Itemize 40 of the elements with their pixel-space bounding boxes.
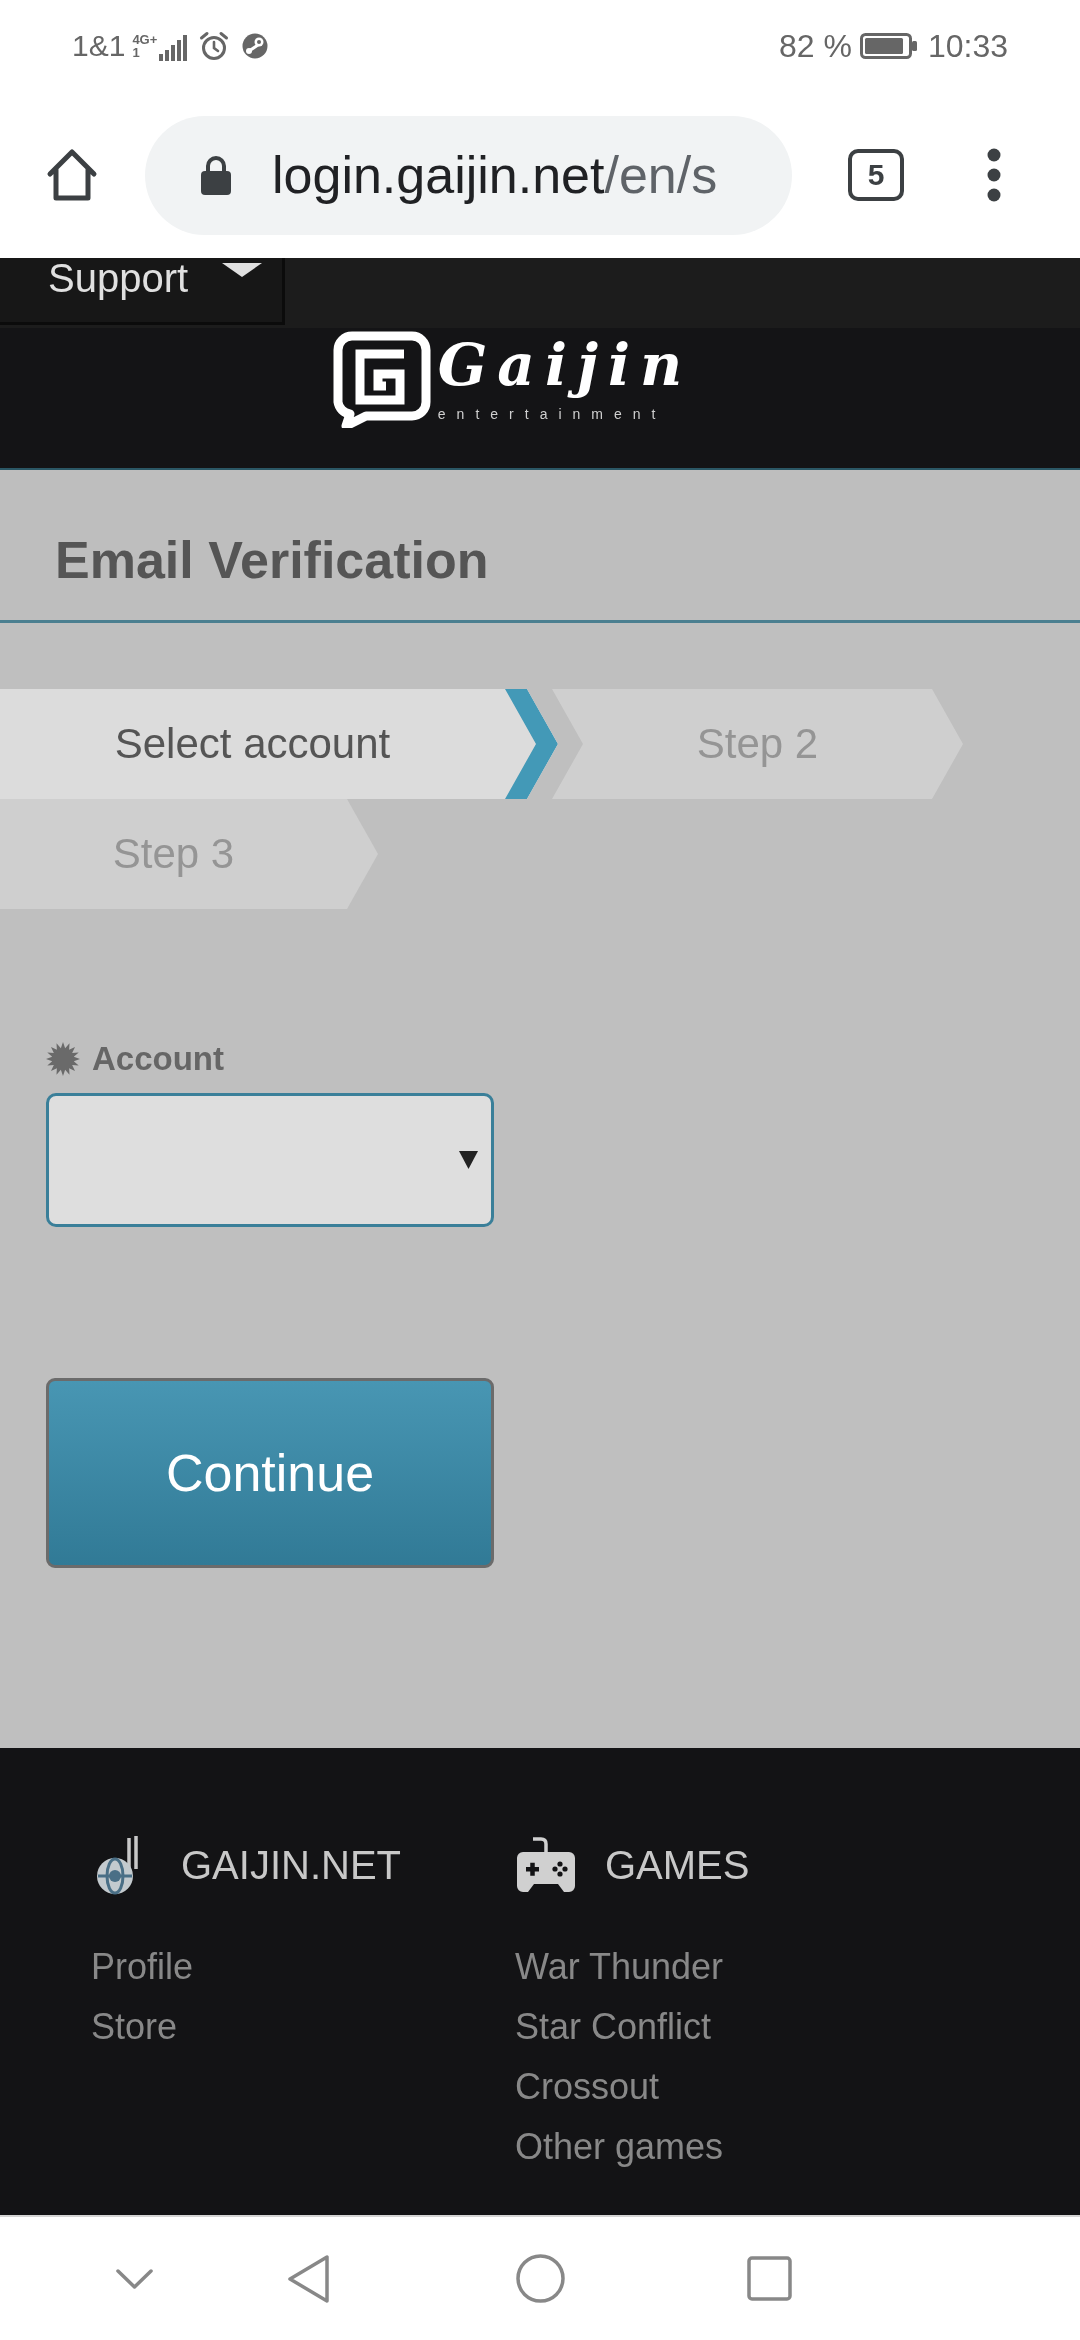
footer-link[interactable]: Other games: [515, 2117, 724, 2177]
battery-percent: 82 %: [779, 27, 852, 65]
clock-time: 10:33: [927, 27, 1008, 65]
step-label: Select account: [113, 720, 392, 768]
logo-tagline: entertainment: [437, 406, 667, 422]
lock-icon: [200, 154, 232, 196]
address-bar[interactable]: login.gaijin.net/en/s: [145, 115, 792, 235]
logo-wordmark[interactable]: Gaijin: [437, 328, 693, 402]
footer-link[interactable]: Store: [91, 1997, 178, 2057]
footer-link[interactable]: Star Conflict: [515, 1997, 712, 2057]
step-label: Step 3: [111, 830, 236, 878]
caret-icon: [222, 263, 263, 277]
field-label: Account: [92, 1040, 224, 1078]
footer-link[interactable]: War Thunder: [515, 1937, 724, 1997]
gamepad-icon: [515, 1836, 577, 1894]
chevron-icon: [505, 689, 558, 799]
recents-icon[interactable]: [747, 2256, 792, 2301]
tab-count-button[interactable]: 5: [848, 149, 904, 201]
network-type-label: 4G+: [132, 33, 158, 46]
account-select[interactable]: [46, 1093, 494, 1227]
caret-icon: [459, 1151, 478, 1169]
signal-icon: [159, 35, 188, 61]
sim-slot-label: 1: [132, 46, 140, 59]
battery-icon: [859, 33, 918, 59]
footer-heading: GAMES: [605, 1842, 750, 1888]
footer-link[interactable]: Profile: [91, 1937, 194, 1997]
support-menu-button[interactable]: Support: [0, 258, 285, 325]
step-label: Step 2: [695, 720, 820, 768]
back-icon[interactable]: [288, 2254, 330, 2303]
footer-link[interactable]: Crossout: [515, 2057, 660, 2117]
page-title: Email Verification: [55, 530, 489, 590]
speech-bubble-logo-icon[interactable]: [331, 330, 432, 428]
footer-heading: GAIJIN.NET: [181, 1842, 402, 1888]
round-logo-icon: [241, 33, 270, 59]
continue-button[interactable]: Continue: [46, 1378, 494, 1568]
alarm-icon: [199, 31, 230, 61]
chevron-down-icon[interactable]: [116, 2268, 153, 2289]
menu-icon[interactable]: [986, 148, 1002, 202]
carrier-label: 1&1: [72, 29, 126, 63]
home-icon[interactable]: [45, 148, 99, 202]
